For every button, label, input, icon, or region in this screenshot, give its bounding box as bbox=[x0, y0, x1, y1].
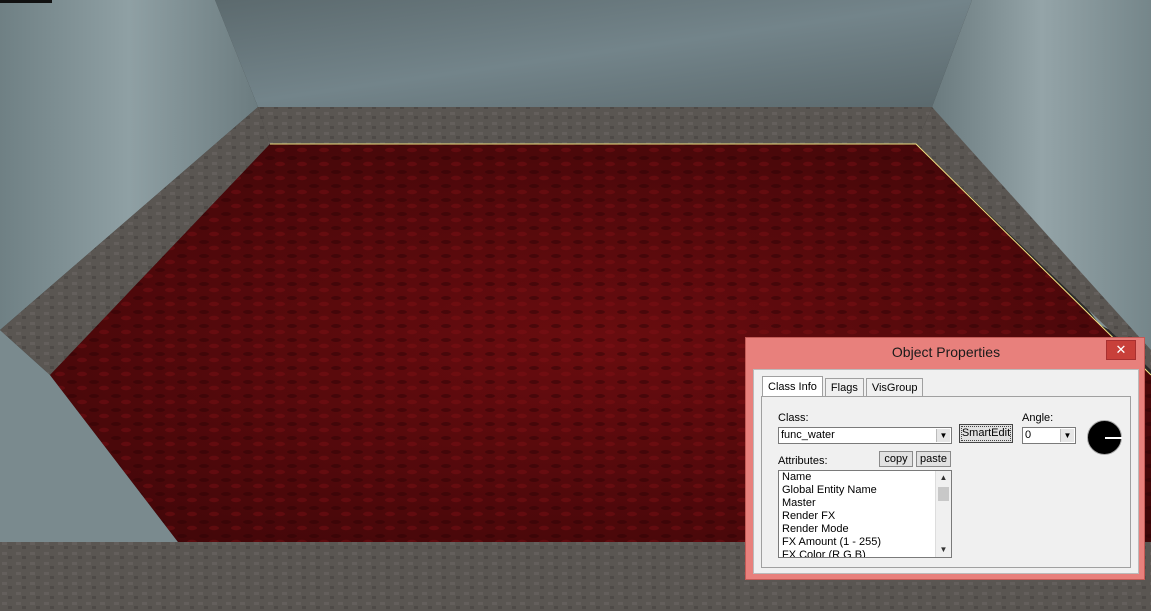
tab-visgroup[interactable]: VisGroup bbox=[865, 378, 924, 397]
list-item[interactable]: FX Amount (1 - 255) bbox=[779, 536, 951, 549]
angle-label: Angle: bbox=[1022, 412, 1054, 424]
class-select[interactable]: func_water ▼ bbox=[778, 427, 952, 444]
copy-button[interactable]: copy bbox=[879, 451, 913, 467]
dialog-title: Object Properties bbox=[891, 344, 1001, 360]
angle-value: 0 bbox=[1025, 429, 1032, 441]
angle-dial[interactable] bbox=[1087, 420, 1122, 455]
list-item[interactable]: Global Entity Name bbox=[779, 484, 951, 497]
list-item[interactable]: Render FX bbox=[779, 510, 951, 523]
attributes-label: Attributes: bbox=[778, 455, 828, 467]
smartedit-button[interactable]: SmartEdit bbox=[959, 424, 1013, 443]
list-item[interactable]: Render Mode bbox=[779, 523, 951, 536]
scroll-thumb[interactable] bbox=[938, 487, 949, 501]
class-info-panel: Class: func_water ▼ SmartEdit Angle: 0 ▼… bbox=[761, 396, 1131, 568]
class-label: Class: bbox=[778, 412, 809, 424]
close-button[interactable]: ✕ bbox=[1106, 340, 1136, 360]
back-wall[interactable] bbox=[215, 0, 972, 107]
class-value: func_water bbox=[781, 429, 835, 441]
list-item[interactable]: Master bbox=[779, 497, 951, 510]
scroll-up-icon[interactable]: ▲ bbox=[936, 471, 951, 485]
list-item[interactable]: FX Color (R G B) bbox=[779, 549, 951, 557]
tab-class-info[interactable]: Class Info bbox=[762, 376, 823, 398]
angle-needle bbox=[1105, 437, 1122, 439]
angle-select[interactable]: 0 ▼ bbox=[1022, 427, 1076, 444]
chevron-down-icon[interactable]: ▼ bbox=[1060, 429, 1074, 442]
paste-button[interactable]: paste bbox=[916, 451, 951, 467]
back-trim[interactable] bbox=[258, 107, 932, 144]
top-left-bar bbox=[0, 0, 52, 3]
chevron-down-icon[interactable]: ▼ bbox=[936, 429, 950, 442]
tab-flags[interactable]: Flags bbox=[824, 378, 864, 397]
object-properties-dialog[interactable]: Object Properties ✕ Class Info Flags Vis… bbox=[745, 337, 1145, 580]
tab-strip: Class Info Flags VisGroup bbox=[762, 376, 925, 398]
scroll-down-icon[interactable]: ▼ bbox=[936, 543, 951, 557]
attributes-scrollbar[interactable]: ▲ ▼ bbox=[935, 471, 951, 557]
dialog-body: Class Info Flags VisGroup Class: func_wa… bbox=[753, 369, 1139, 574]
attributes-list[interactable]: Name Global Entity Name Master Render FX… bbox=[778, 470, 952, 558]
list-item[interactable]: Name bbox=[779, 471, 951, 484]
